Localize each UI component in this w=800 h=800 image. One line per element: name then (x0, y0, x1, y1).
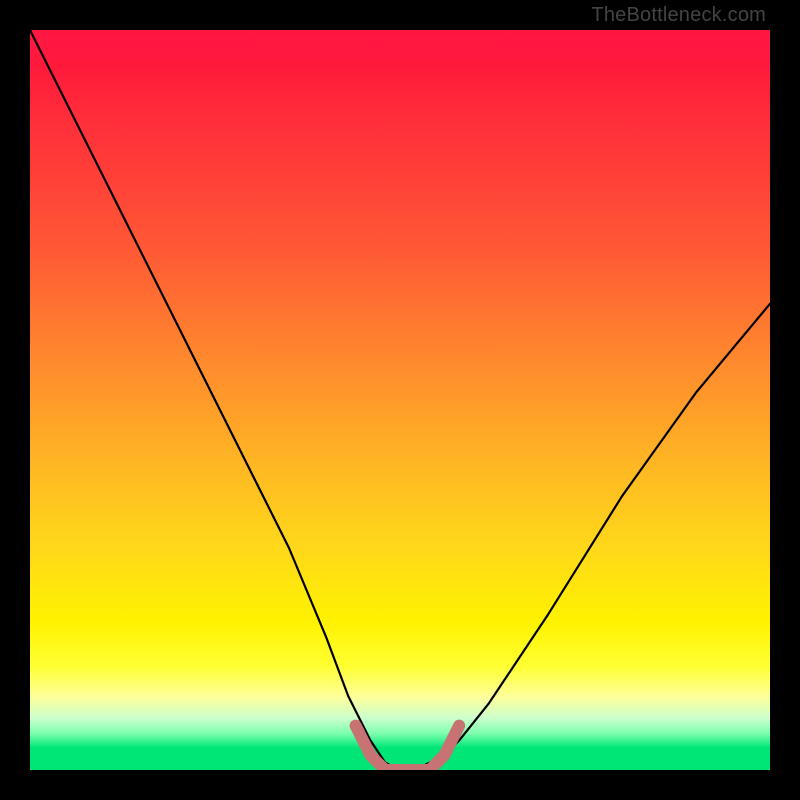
optimal-range-marker (356, 726, 460, 770)
chart-frame: TheBottleneck.com (0, 0, 800, 800)
plot-area (30, 30, 770, 770)
bottleneck-curve (30, 30, 770, 770)
watermark-text: TheBottleneck.com (591, 4, 766, 27)
curve-layer (30, 30, 770, 770)
